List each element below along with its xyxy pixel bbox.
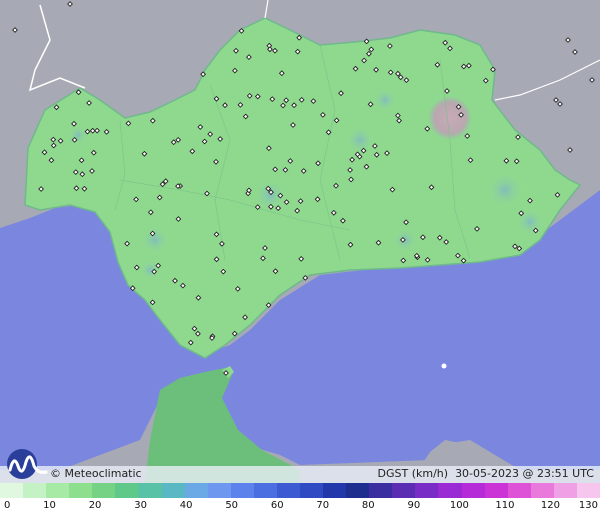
legend-swatch [369, 483, 393, 498]
legend-swatch [230, 483, 254, 498]
legend-swatch [69, 483, 93, 498]
legend-swatch [530, 483, 554, 498]
copyright-text: © Meteoclimatic [50, 467, 142, 480]
legend-ticks: 0 10 20 30 40 50 60 70 80 90 100 110 120 130 [0, 498, 600, 517]
legend-swatch [253, 483, 277, 498]
legend-swatch [392, 483, 416, 498]
legend-swatch [184, 483, 208, 498]
hotspot [428, 96, 472, 140]
legend-tick-label: 70 [316, 500, 330, 511]
legend-swatch [438, 483, 462, 498]
legend-swatch [553, 483, 577, 498]
legend-swatch [323, 483, 347, 498]
legend-tick-label: 10 [43, 500, 56, 511]
legend-swatch [23, 483, 47, 498]
legend-swatch [576, 483, 600, 498]
legend-swatch [46, 483, 70, 498]
legend-swatch [415, 483, 439, 498]
legend-tick-label: 80 [361, 500, 375, 511]
legend-swatch [461, 483, 485, 498]
meteoclimatic-logo-icon [7, 449, 48, 479]
legend-tick-label: 20 [88, 500, 102, 511]
legend-tick-label: 30 [134, 500, 147, 511]
legend-swatch [92, 483, 116, 498]
timestamp: 30-05-2023 @ 23:51 UTC [455, 467, 594, 480]
legend-tick-label: 40 [179, 500, 193, 511]
legend-tick-label: 50 [225, 500, 239, 511]
legend-swatch [207, 483, 231, 498]
legend-swatch [0, 483, 24, 498]
variable-name: DGST (km/h) [377, 467, 449, 480]
legend-swatch [484, 483, 508, 498]
legend-swatch [346, 483, 370, 498]
legend-tick-label: 100 [449, 500, 469, 511]
map-canvas [0, 0, 600, 483]
legend-swatch [115, 483, 139, 498]
legend-swatch [276, 483, 301, 498]
legend-tick-label: 110 [495, 500, 515, 511]
legend-tick-label: 60 [270, 500, 284, 511]
island-dot [441, 363, 447, 369]
legend-tick-label: 130 [578, 500, 598, 511]
legend-tick-label: 0 [4, 500, 11, 511]
legend-tick-label: 120 [540, 500, 560, 511]
color-legend [0, 483, 600, 498]
legend-swatch [507, 483, 531, 498]
legend-swatch [138, 483, 162, 498]
legend-swatch [300, 483, 324, 498]
map-caption: DGST (km/h) 30-05-2023 @ 23:51 UTC [378, 467, 594, 480]
legend-tick-label: 90 [407, 500, 421, 511]
legend-swatch [161, 483, 185, 498]
weather-map: © Meteoclimatic DGST (km/h) 30-05-2023 @… [0, 0, 600, 483]
